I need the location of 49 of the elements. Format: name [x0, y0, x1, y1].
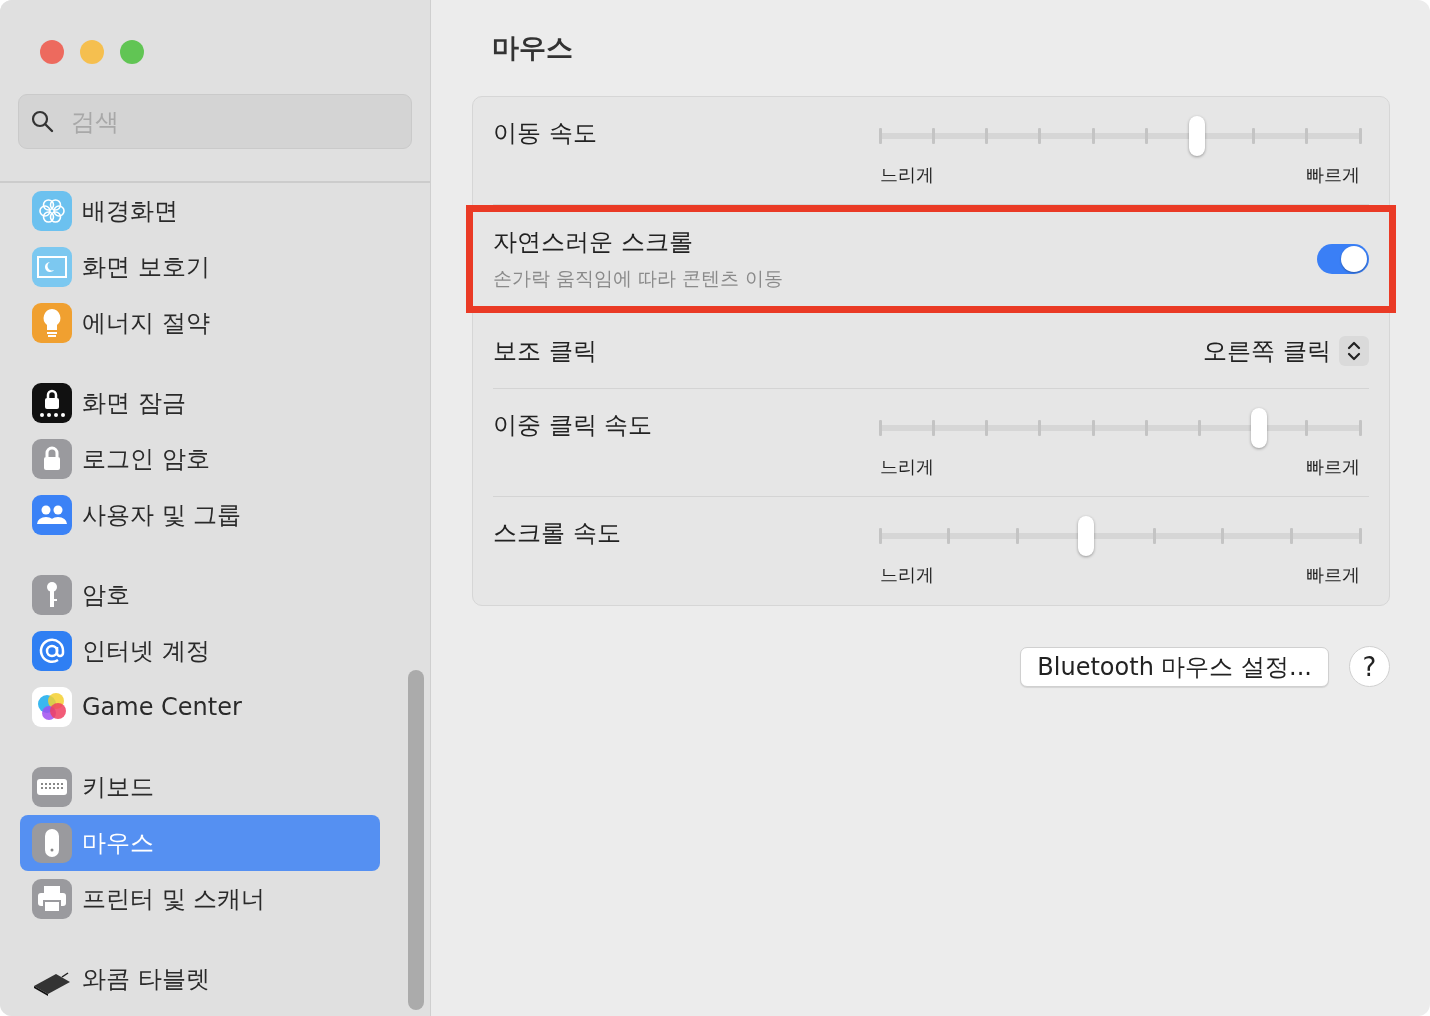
colored-bubbles-icon — [32, 687, 72, 727]
zoom-window-button[interactable] — [120, 40, 144, 64]
bluetooth-settings-button[interactable]: Bluetooth 마우스 설정... — [1020, 646, 1329, 687]
mouse-icon — [32, 823, 72, 863]
sidebar-item[interactable]: 화면 보호기 — [20, 239, 380, 295]
sidebar-item[interactable]: 배경화면 — [20, 183, 380, 239]
lock-screen-icon — [32, 383, 72, 423]
help-button[interactable]: ? — [1349, 646, 1390, 687]
setting-label: 자연스러운 스크롤 — [493, 227, 694, 258]
slider-max-label: 빠르게 — [1306, 455, 1360, 479]
sidebar-item[interactable]: 인터넷 계정 — [20, 623, 380, 679]
slider-thumb[interactable] — [1078, 516, 1095, 556]
slider-min-label: 느리게 — [880, 563, 934, 587]
printer-icon — [32, 879, 72, 919]
sidebar-item[interactable]: 프린터 및 스캐너 — [20, 871, 380, 927]
slider-max-label: 빠르게 — [1306, 563, 1360, 587]
key-icon — [32, 575, 72, 615]
at-sign-icon — [32, 631, 72, 671]
up-down-chevron-icon[interactable] — [1339, 335, 1369, 366]
sidebar-item[interactable]: 에너지 절약 — [20, 295, 380, 351]
setting-label: 스크롤 속도 — [493, 518, 621, 549]
minimize-window-button[interactable] — [80, 40, 104, 64]
sidebar-item[interactable]: 암호 — [20, 567, 380, 623]
setting-label: 이동 속도 — [493, 118, 597, 149]
setting-label: 이중 클릭 속도 — [493, 410, 653, 441]
setting-label: 보조 클릭 — [493, 335, 597, 367]
sidebar-item[interactable]: 로그인 암호 — [20, 431, 380, 487]
users-icon — [32, 495, 72, 535]
slider-thumb[interactable] — [1251, 408, 1268, 448]
sidebar-item[interactable]: 와콤 타블렛 — [20, 951, 380, 1007]
sidebar-item[interactable]: 사용자 및 그룹 — [20, 487, 380, 543]
keyboard-icon — [32, 767, 72, 807]
sidebar-item[interactable]: Game Center — [20, 679, 380, 735]
lightbulb-icon — [32, 303, 72, 343]
slider-min-label: 느리게 — [880, 163, 934, 187]
toggle-switch[interactable] — [1317, 244, 1369, 274]
slider-max-label: 빠르게 — [1306, 163, 1360, 187]
setting-description: 손가락 움직임에 따라 콘텐츠 이동 — [493, 266, 784, 291]
close-window-button[interactable] — [40, 40, 64, 64]
slider-thumb[interactable] — [1188, 116, 1205, 156]
padlock-icon — [32, 439, 72, 479]
scrollbar[interactable] — [408, 670, 424, 1010]
screensaver-moon-icon — [32, 247, 72, 287]
sidebar-item[interactable]: 키보드 — [20, 759, 380, 815]
popup-value[interactable]: 오른쪽 클릭 — [1203, 334, 1331, 367]
sidebar-item[interactable]: 화면 잠금 — [20, 375, 380, 431]
slider-min-label: 느리게 — [880, 455, 934, 479]
wallpaper-flower-icon — [32, 191, 72, 231]
window-title: 마우스 — [492, 31, 574, 65]
